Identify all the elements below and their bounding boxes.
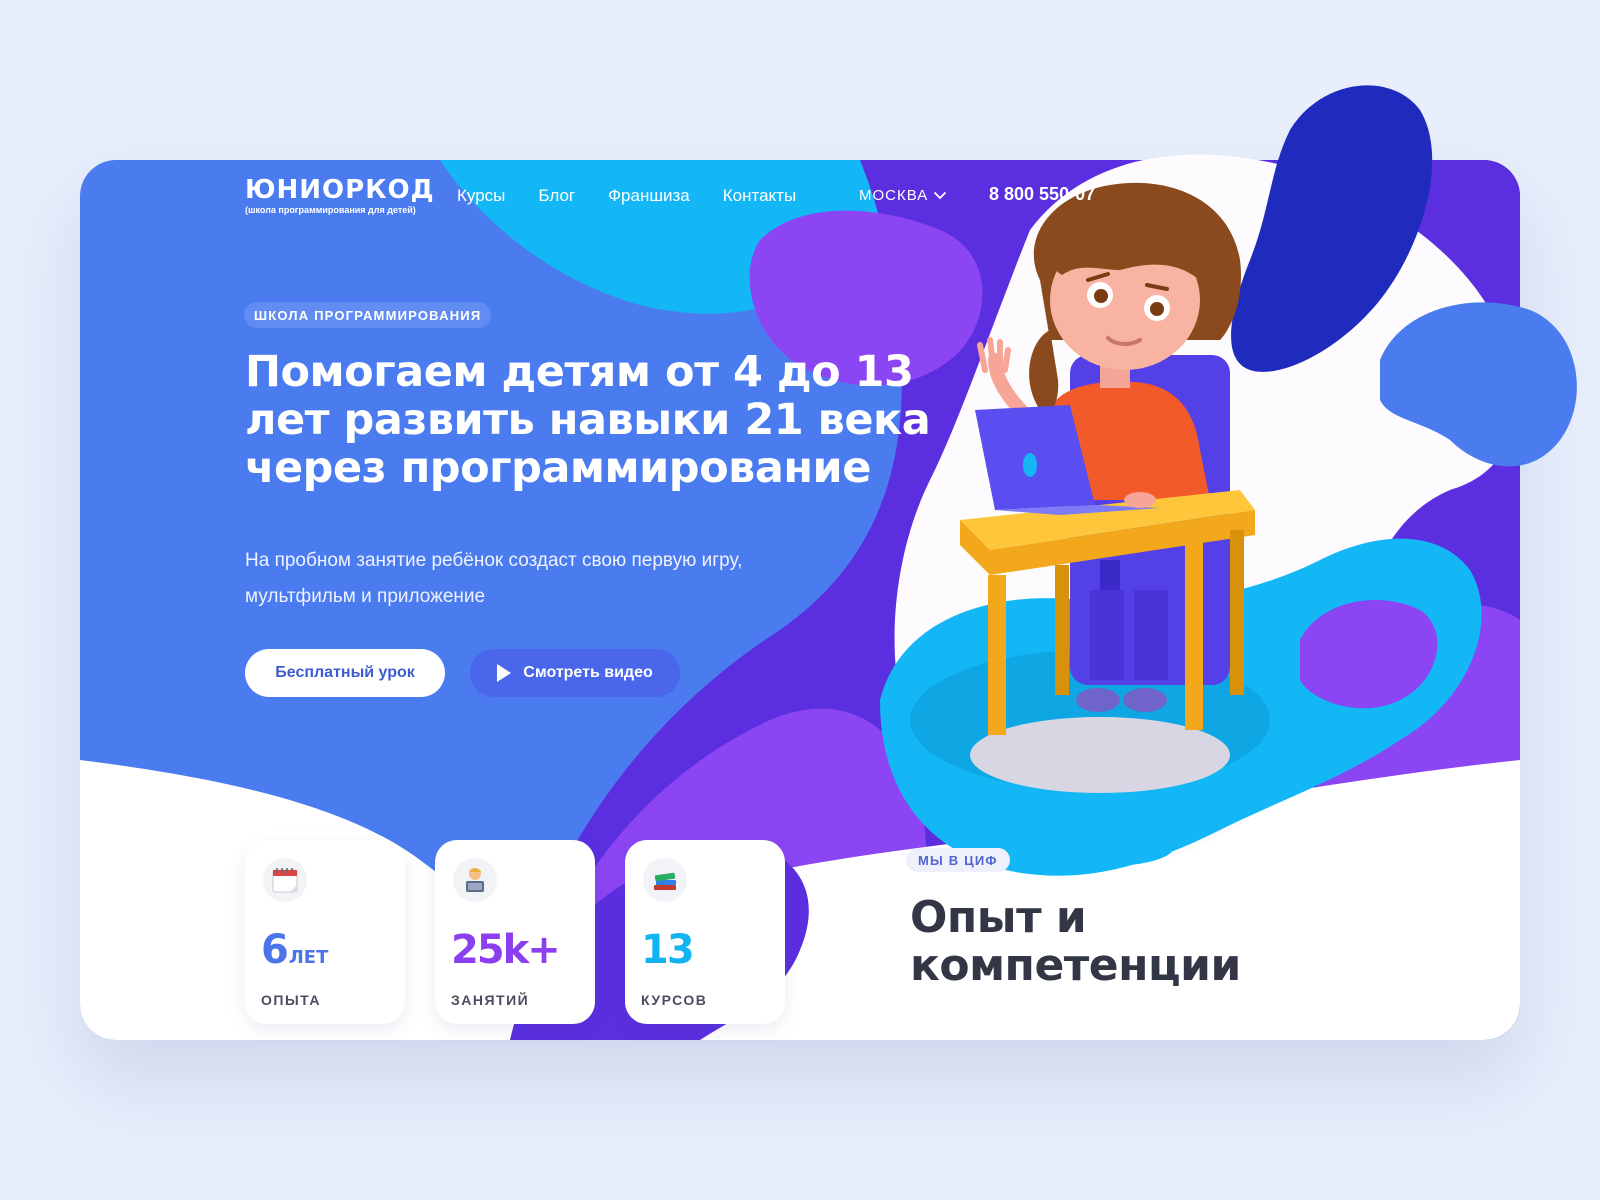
logo-text: ЮНИОРКОД: [245, 175, 435, 205]
play-icon: [497, 664, 512, 682]
city-label: МОСКВА: [859, 187, 929, 204]
hero-title: Помогаем детям от 4 до 13 лет развить на…: [245, 347, 931, 493]
stat-value: 25k+: [451, 927, 561, 973]
numbers-title: Опыт и компетенции: [910, 892, 1241, 991]
watch-video-button[interactable]: Смотреть видео: [470, 649, 680, 697]
city-selector[interactable]: МОСКВА: [859, 187, 947, 204]
stat-value: 13: [641, 927, 695, 973]
stat-card-lessons: 25k+ ЗАНЯТИЙ: [435, 840, 595, 1024]
stat-unit: лет: [288, 947, 329, 968]
logo-tagline: (школа программирования для детей): [245, 205, 416, 215]
nav-item-courses[interactable]: Курсы: [457, 186, 505, 206]
stat-value: 6 лет: [261, 927, 329, 973]
stat-label: ЗАНЯТИЙ: [451, 992, 530, 1008]
main-nav: Курсы Блог Франшиза Контакты: [457, 186, 796, 206]
developer-icon: [453, 858, 497, 902]
watch-video-label: Смотреть видео: [523, 664, 653, 681]
stat-label: ОПЫТА: [261, 992, 321, 1008]
hero-badge: ШКОЛА ПРОГРАММИРОВАНИЯ: [244, 302, 492, 328]
stat-card-courses: 13 КУРСОВ: [625, 840, 785, 1024]
stat-label: КУРСОВ: [641, 992, 708, 1008]
nav-item-blog[interactable]: Блог: [538, 186, 575, 206]
chevron-down-icon: [934, 191, 947, 199]
nav-item-franchise[interactable]: Франшиза: [608, 186, 690, 206]
logo[interactable]: ЮНИОРКОД (школа программирования для дет…: [245, 176, 435, 215]
numbers-badge: МЫ В ЦИФ: [906, 848, 1010, 872]
books-icon: [643, 858, 687, 902]
calendar-icon: [263, 858, 307, 902]
phone-number[interactable]: 8 800 550-07: [989, 184, 1095, 205]
hero-subtitle: На пробном занятие ребёнок создаст свою …: [245, 550, 743, 607]
nav-item-contacts[interactable]: Контакты: [723, 186, 796, 206]
stat-card-experience: 6 лет ОПЫТА: [245, 840, 405, 1024]
free-lesson-button[interactable]: Бесплатный урок: [245, 649, 445, 697]
